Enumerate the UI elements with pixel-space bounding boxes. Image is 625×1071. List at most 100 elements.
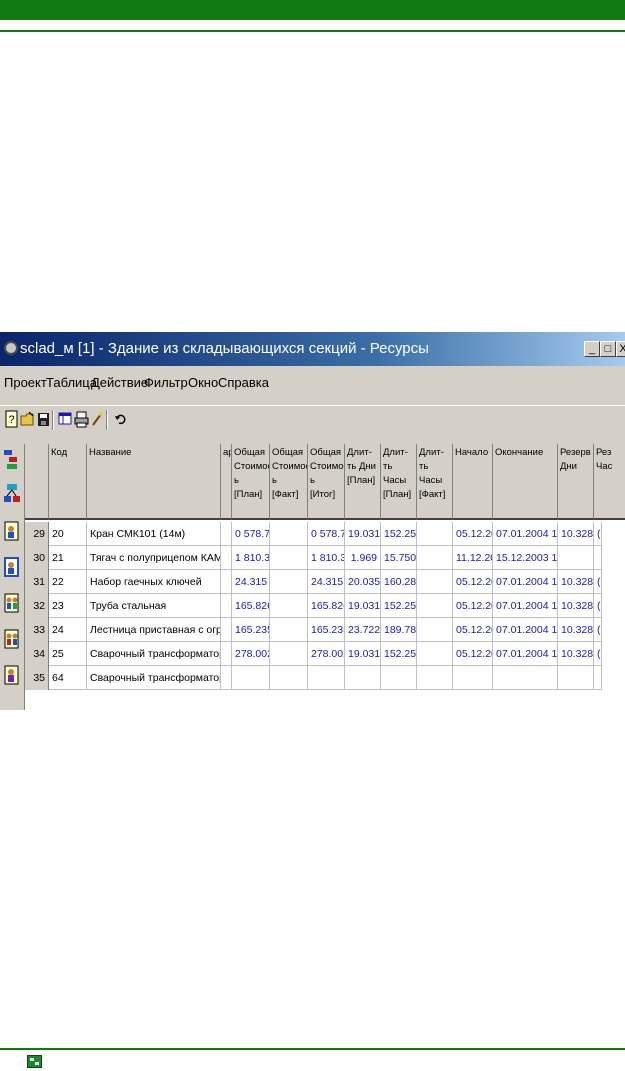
cell-reserve-days[interactable]: 10.328	[558, 570, 594, 594]
cell-code[interactable]: 24	[49, 618, 87, 642]
cell-dur-days-plan[interactable]: 1.969	[345, 546, 381, 570]
header-cost-plan[interactable]: Общая Стоимост ь [План]	[232, 444, 270, 520]
cell-cost-fact[interactable]	[270, 594, 308, 618]
cell-reserve-days[interactable]: 10.328	[558, 594, 594, 618]
table-row[interactable]: 34 25 Сварочный трансформатор ТС-100 278…	[25, 642, 602, 666]
cell-dur-hours-plan[interactable]: 152.251	[381, 594, 417, 618]
cell-dur-days-plan[interactable]: 19.031	[345, 594, 381, 618]
open-folder-icon[interactable]	[20, 410, 35, 428]
cell-dur-hours-fact[interactable]	[417, 666, 453, 690]
cell-name[interactable]: Тягач с полуприцепом КАМАЗ	[87, 546, 221, 570]
cell-start[interactable]: 05.12.2003	[453, 570, 493, 594]
cell-code[interactable]: 21	[49, 546, 87, 570]
cell-cost-plan[interactable]	[232, 666, 270, 690]
cell-cost-total[interactable]: 278.002	[308, 642, 345, 666]
cell-start[interactable]: 05.12.2003	[453, 642, 493, 666]
cell-dur-days-plan[interactable]: 20.035	[345, 570, 381, 594]
cell-reserve-days[interactable]	[558, 546, 594, 570]
cell-dur-days-plan[interactable]: 19.031	[345, 522, 381, 546]
menu-table[interactable]: Таблица	[46, 375, 97, 390]
wand-icon[interactable]	[90, 410, 105, 428]
cell-end[interactable]: 07.01.2004 13:46	[493, 522, 558, 546]
cell-name[interactable]: Кран СМК101 (14м)	[87, 522, 221, 546]
cell-cost-total[interactable]: 0 578.719	[308, 522, 345, 546]
menu-project[interactable]: Проект	[4, 375, 47, 390]
cell-dur-hours-plan[interactable]: 152.251	[381, 642, 417, 666]
cell-end[interactable]: 07.01.2004 13:46	[493, 642, 558, 666]
cell-reserve-hours[interactable]: (	[594, 594, 602, 618]
cell-cost-fact[interactable]	[270, 522, 308, 546]
header-dur-hours-plan[interactable]: Длит-ть Часы [План]	[381, 444, 417, 520]
cell-cost-plan[interactable]: 165.235	[232, 618, 270, 642]
header-end[interactable]: Окончание	[493, 444, 558, 520]
cell-reserve-hours[interactable]: (	[594, 642, 602, 666]
cell-code[interactable]: 23	[49, 594, 87, 618]
cell-dur-days-plan[interactable]: 23.722	[345, 618, 381, 642]
menu-window[interactable]: Окно	[188, 375, 218, 390]
cell-end[interactable]	[493, 666, 558, 690]
cell-start[interactable]: 05.12.2003	[453, 618, 493, 642]
gantt-view-icon[interactable]	[3, 448, 21, 476]
menu-action[interactable]: Действие	[91, 375, 148, 390]
cell-dur-hours-plan[interactable]	[381, 666, 417, 690]
cell-start[interactable]: 05.12.2003	[453, 594, 493, 618]
cell-start[interactable]	[453, 666, 493, 690]
cell-dur-days-plan[interactable]	[345, 666, 381, 690]
menu-filter[interactable]: Фильтр	[144, 375, 188, 390]
table-row[interactable]: 29 20 Кран СМК101 (14м) 0 578.719 0 578.…	[25, 522, 602, 546]
cell-cost-total[interactable]: 24.315	[308, 570, 345, 594]
cell-reserve-hours[interactable]: (	[594, 522, 602, 546]
undo-icon[interactable]	[113, 410, 128, 428]
cell-dur-hours-fact[interactable]	[417, 618, 453, 642]
resource-sheet-icon[interactable]	[3, 554, 21, 582]
cell-dur-hours-fact[interactable]	[417, 642, 453, 666]
cell-name[interactable]: Набор гаечных ключей	[87, 570, 221, 594]
cell-cost-fact[interactable]	[270, 570, 308, 594]
resource-graph-icon[interactable]	[3, 626, 21, 654]
cell-end[interactable]: 07.01.2004 13:46	[493, 618, 558, 642]
cell-start[interactable]: 05.12.2003	[453, 522, 493, 546]
table-row[interactable]: 35 64 Сварочный трансформатор ТС-200	[25, 666, 602, 690]
cell-reserve-hours[interactable]: (	[594, 618, 602, 642]
cell-end[interactable]: 07.01.2004 13:46	[493, 594, 558, 618]
cell-reserve-days[interactable]: 10.328	[558, 642, 594, 666]
cell-cost-total[interactable]: 1 810.322	[308, 546, 345, 570]
cell-cost-total[interactable]: 165.826	[308, 594, 345, 618]
cell-cost-total[interactable]	[308, 666, 345, 690]
print-icon[interactable]	[74, 410, 89, 428]
cell-reserve-hours[interactable]: (	[594, 570, 602, 594]
cell-partial[interactable]	[221, 618, 232, 642]
row-number[interactable]: 32	[25, 594, 49, 618]
header-start[interactable]: Начало	[453, 444, 493, 520]
cell-name[interactable]: Сварочный трансформатор ТС-200	[87, 666, 221, 690]
save-icon[interactable]	[36, 410, 51, 428]
row-number[interactable]: 35	[25, 666, 49, 690]
cell-partial[interactable]	[221, 594, 232, 618]
cell-reserve-hours[interactable]	[594, 666, 602, 690]
cell-reserve-hours[interactable]	[594, 546, 602, 570]
header-partial[interactable]: ар	[221, 444, 232, 520]
cell-cost-fact[interactable]	[270, 618, 308, 642]
row-number[interactable]: 30	[25, 546, 49, 570]
cell-partial[interactable]	[221, 570, 232, 594]
row-number[interactable]: 31	[25, 570, 49, 594]
cell-dur-hours-plan[interactable]: 160.281	[381, 570, 417, 594]
cell-partial[interactable]	[221, 546, 232, 570]
cell-cost-plan[interactable]: 165.826	[232, 594, 270, 618]
cell-dur-hours-fact[interactable]	[417, 570, 453, 594]
header-cost-total[interactable]: Общая Стоимост ь [Итог]	[308, 444, 345, 520]
table-row[interactable]: 33 24 Лестница приставная с ограждением …	[25, 618, 602, 642]
table-row[interactable]: 30 21 Тягач с полуприцепом КАМАЗ 1 810.3…	[25, 546, 602, 570]
cell-cost-fact[interactable]	[270, 642, 308, 666]
cell-cost-plan[interactable]: 1 810.322	[232, 546, 270, 570]
row-number[interactable]: 29	[25, 522, 49, 546]
cell-code[interactable]: 22	[49, 570, 87, 594]
row-number[interactable]: 33	[25, 618, 49, 642]
header-code[interactable]: Код	[49, 444, 87, 520]
table-icon[interactable]	[58, 410, 73, 428]
cell-end[interactable]: 15.12.2003 14:21	[493, 546, 558, 570]
resource-chart-icon[interactable]	[3, 518, 21, 546]
cell-dur-hours-fact[interactable]	[417, 546, 453, 570]
cell-dur-hours-plan[interactable]: 15.750	[381, 546, 417, 570]
app-icon[interactable]	[4, 341, 18, 355]
